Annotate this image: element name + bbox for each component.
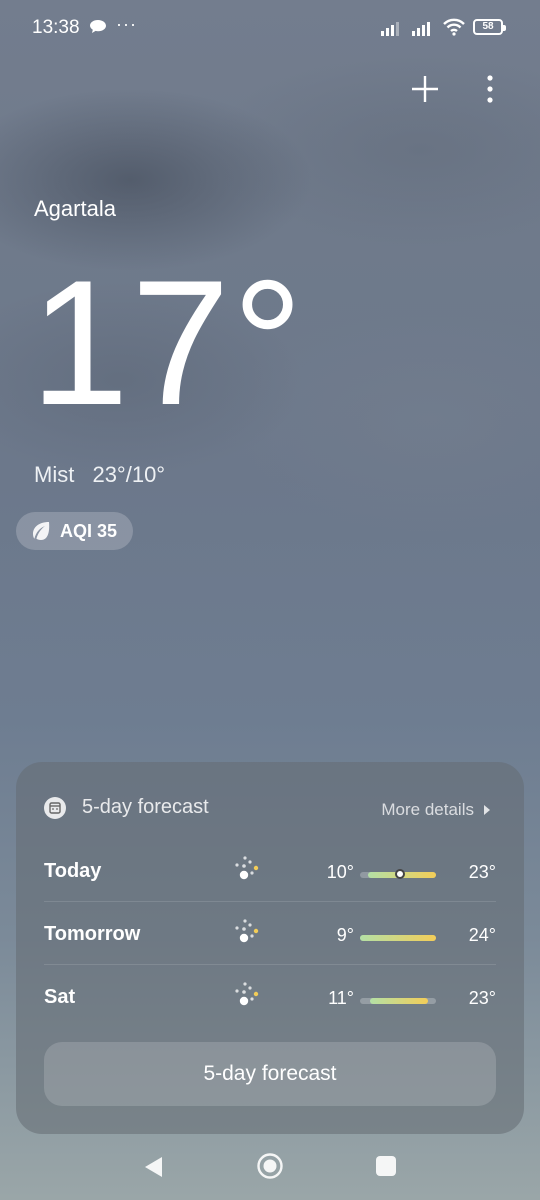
forecast-high: 23° xyxy=(468,862,496,882)
forecast-high: 23° xyxy=(468,988,496,1008)
row-divider xyxy=(44,964,496,965)
back-icon[interactable] xyxy=(142,1155,164,1179)
mist-icon xyxy=(235,982,259,1006)
temperature-range-bar xyxy=(360,869,436,879)
mist-icon xyxy=(235,856,259,880)
temperature-range-bar xyxy=(360,935,436,941)
forecast-title: 5-day forecast xyxy=(82,796,209,818)
more-details-label: More details xyxy=(381,800,474,819)
row-divider xyxy=(44,901,496,902)
forecast-header: 5-day forecast xyxy=(44,796,209,819)
forecast-row[interactable]: Today 10° 23° xyxy=(44,840,496,902)
more-details-link[interactable]: More details xyxy=(381,800,490,820)
current-temperature: 17° xyxy=(30,243,306,442)
chat-bubble-icon xyxy=(90,20,106,33)
home-icon[interactable] xyxy=(256,1152,284,1180)
condition-text: Mist xyxy=(34,462,75,487)
forecast-low: 11° xyxy=(328,988,354,1008)
forecast-high: 24° xyxy=(468,925,496,945)
forecast-low: 9° xyxy=(336,925,354,945)
aqi-badge[interactable]: AQI 35 xyxy=(16,512,134,550)
navigation-bar xyxy=(0,1140,540,1200)
temperature-range-bar xyxy=(360,998,436,1004)
more-options-button[interactable] xyxy=(476,70,504,108)
forecast-day: Sat xyxy=(44,986,76,1008)
more-notifications-icon: ··· xyxy=(116,14,137,34)
battery-level: 58 xyxy=(482,21,494,32)
status-time: 13:38 xyxy=(32,17,80,38)
five-day-forecast-button[interactable]: 5-day forecast xyxy=(44,1042,496,1106)
leaf-icon xyxy=(33,522,50,540)
mist-icon xyxy=(235,919,259,943)
forecast-day: Today xyxy=(44,860,102,882)
forecast-row[interactable]: Tomorrow 9° 24° xyxy=(44,903,496,965)
chevron-right-icon xyxy=(484,805,490,815)
forecast-low: 10° xyxy=(326,862,354,882)
high-low-text: 23°/10° xyxy=(92,462,166,487)
forecast-row[interactable]: Sat 11° 23° xyxy=(44,966,496,1028)
signal-icon xyxy=(381,22,399,36)
battery-icon: 58 xyxy=(473,19,506,35)
status-bar: 13:38 ··· 58 xyxy=(0,0,540,56)
temperature-range-fill xyxy=(369,998,429,1004)
add-city-button[interactable] xyxy=(406,70,444,108)
recent-apps-icon[interactable] xyxy=(376,1156,396,1176)
aqi-label: AQI 35 xyxy=(60,520,118,541)
signal-icon xyxy=(412,22,430,36)
wifi-icon xyxy=(443,18,465,36)
forecast-card: 5-day forecast More details Today 10° 23° T… xyxy=(16,762,524,1134)
forecast-day: Tomorrow xyxy=(44,923,141,945)
city-name: Agartala xyxy=(34,196,116,221)
condition-row: Mist 23°/10° xyxy=(34,462,165,488)
calendar-icon xyxy=(44,796,66,819)
temperature-range-fill xyxy=(360,935,436,941)
